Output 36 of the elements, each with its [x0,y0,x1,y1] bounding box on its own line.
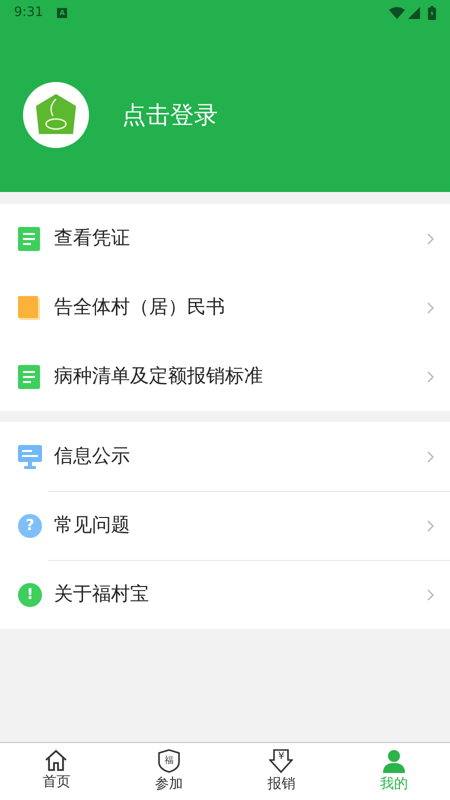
nav-tab[interactable]: 福 参加 [112,743,225,800]
chevron-icon [427,302,434,314]
chevron-icon [427,232,434,244]
battery-icon [428,6,436,20]
book-icon [18,296,40,320]
nav-tab[interactable]: ¥ 报销 [225,743,338,800]
menu-label: 信息公示 [54,444,131,470]
menu-label: 告全体村（居）民书 [54,295,226,320]
question-icon: ? [18,514,42,538]
receipt-icon: ¥ [269,749,294,773]
menu-item[interactable]: 告全体村（居）民书 [0,273,450,342]
menu-label: 查看凭证 [54,226,131,252]
house-icon [44,749,68,771]
chevron-icon [427,588,434,600]
menu-label: 关于福村宝 [54,582,150,608]
document-icon [18,364,40,388]
menu-label: 病种清单及定额报销标准 [54,364,264,390]
wifi-icon [389,7,405,19]
document-icon [18,226,40,250]
signal-icon [408,7,420,19]
chevron-icon [427,370,434,382]
chevron-icon [427,520,434,532]
chevron-icon [427,450,434,462]
menu-label: 常见问题 [54,513,131,538]
menu-item[interactable]: 病种清单及定额报销标准 [0,342,450,411]
shield-icon: 福 [158,749,180,773]
exclamation-icon: ! [18,582,42,606]
monitor-icon [18,444,42,468]
avatar-logo [23,82,89,148]
person-icon [382,749,406,773]
nav-tab[interactable]: 首页 [0,743,112,800]
menu-item[interactable]: 查看凭证 [0,204,450,273]
menu-item[interactable]: ! 关于福村宝 [0,560,450,629]
menu-item[interactable]: ? 常见问题 [0,491,450,560]
status-time: 9:31 [14,4,44,22]
menu-item[interactable]: 信息公示 [0,422,450,491]
